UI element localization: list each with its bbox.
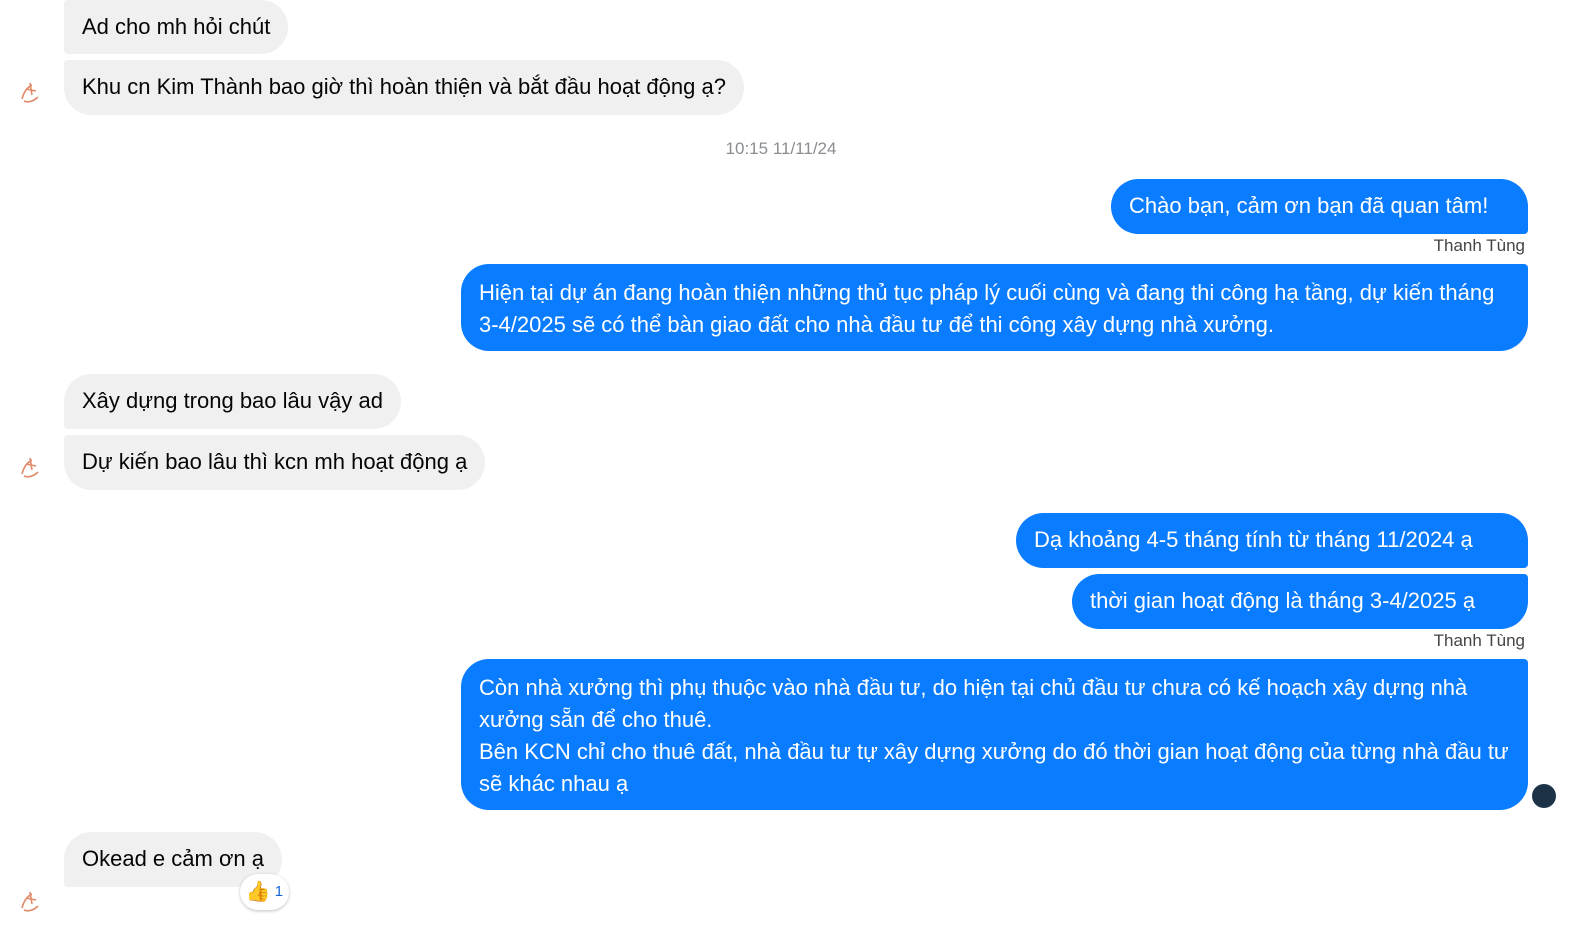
incoming-message[interactable]: Xây dựng trong bao lâu vậy ad	[64, 374, 401, 429]
incoming-message[interactable]: Ad cho mh hỏi chút	[64, 0, 289, 54]
timestamp: 10:15 11/11/24	[725, 139, 837, 158]
thumbs-up-icon: 👍	[245, 881, 271, 903]
message-line: Còn nhà xưởng thì phụ thuộc vào nhà đầu …	[479, 675, 1468, 732]
sender-name: Thanh Tùng	[1433, 631, 1525, 650]
outgoing-message[interactable]: Hiện tại dự án đang hoàn thiện những thủ…	[461, 264, 1528, 351]
hand-drawn-avatar-icon[interactable]	[18, 454, 42, 480]
hand-drawn-avatar-icon[interactable]	[18, 79, 42, 105]
message-line: Bên KCN chỉ cho thuê đất, nhà đầu tư tự …	[479, 739, 1509, 796]
hand-drawn-avatar-icon[interactable]	[18, 888, 42, 914]
outgoing-message[interactable]: Còn nhà xưởng thì phụ thuộc vào nhà đầu …	[461, 659, 1528, 810]
seen-avatar-icon	[1532, 784, 1556, 808]
outgoing-message[interactable]: Dạ khoảng 4-5 tháng tính từ tháng 11/202…	[1016, 513, 1528, 568]
reaction-count: 1	[274, 883, 284, 900]
outgoing-message[interactable]: Chào bạn, cảm ơn bạn đã quan tâm!	[1111, 179, 1528, 234]
reaction-badge[interactable]: 👍 1	[240, 874, 289, 910]
incoming-message[interactable]: Khu cn Kim Thành bao giờ thì hoàn thiện …	[64, 60, 744, 115]
incoming-message[interactable]: Dự kiến bao lâu thì kcn mh hoạt động ạ	[64, 435, 486, 490]
outgoing-message[interactable]: thời gian hoạt động là tháng 3-4/2025 ạ	[1072, 574, 1528, 629]
sender-name: Thanh Tùng	[1433, 236, 1525, 255]
